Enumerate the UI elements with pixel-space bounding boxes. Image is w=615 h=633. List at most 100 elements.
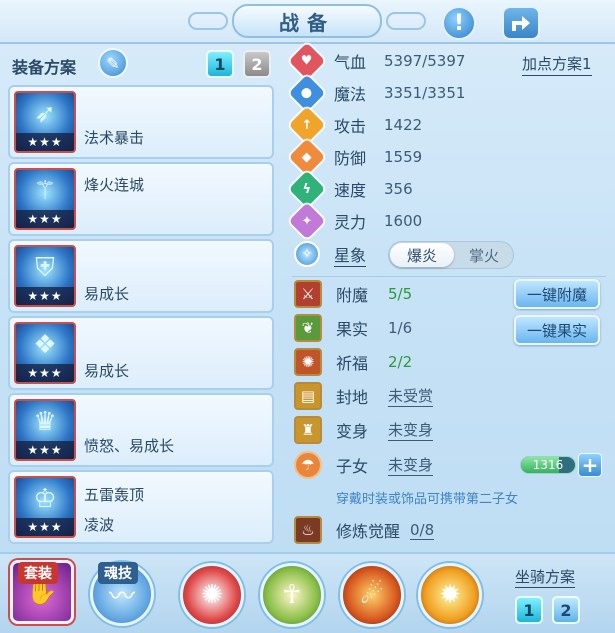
edit-scheme-button[interactable]: ✎ bbox=[98, 48, 128, 78]
equipment-effect: 易成长 bbox=[84, 285, 130, 303]
feature-fief[interactable]: ▤ 封地 未受赏 bbox=[294, 381, 434, 411]
stat-value: 1559 bbox=[384, 148, 423, 166]
feature-value: 1/6 bbox=[388, 319, 413, 337]
second-child-hint[interactable]: 穿戴时装或饰品可携带第二子女 bbox=[336, 488, 518, 507]
star-option-inactive[interactable]: 掌火 bbox=[455, 243, 513, 267]
feature-cultivation[interactable]: ♨ 修炼觉醒 0/8 bbox=[294, 515, 435, 545]
child-exp-value: 1316 bbox=[532, 458, 564, 472]
mount-scheme-tab-1[interactable]: 1 bbox=[515, 596, 543, 624]
stat-spirit: ✦ 灵力 1600 bbox=[288, 202, 423, 240]
add-child-exp-button[interactable]: + bbox=[578, 453, 602, 477]
equipment-slot-boots[interactable]: ❖ ★★★ 易成长 bbox=[8, 316, 274, 390]
star-sign-toggle[interactable]: 爆炎 掌火 bbox=[388, 241, 514, 269]
bow-icon: ➶ ★★★ bbox=[14, 91, 76, 153]
equipment-slot-staff[interactable]: ⚚ ★★★ 烽火连城 bbox=[8, 162, 274, 236]
stat-label: 速度 bbox=[334, 181, 367, 200]
feature-value[interactable]: 未受赏 bbox=[388, 385, 434, 407]
one-click-fruit-button[interactable]: 一键果实 bbox=[514, 315, 600, 345]
feature-enchant[interactable]: ⚔ 附魔 5/5 bbox=[294, 279, 412, 309]
star-sign-link[interactable]: 星象 bbox=[334, 242, 367, 267]
stat-value: 356 bbox=[384, 180, 413, 198]
skill-slot-4[interactable]: ✹ bbox=[418, 563, 482, 627]
feature-label: 果实 bbox=[336, 320, 369, 339]
fire-icon: ☄ bbox=[360, 580, 384, 610]
feature-label: 附魔 bbox=[336, 286, 369, 305]
stat-value: 5397/5397 bbox=[384, 52, 466, 70]
stat-value: 3351/3351 bbox=[384, 84, 466, 102]
addpoint-scheme-link[interactable]: 加点方案1 bbox=[522, 53, 592, 76]
stat-value: 1600 bbox=[384, 212, 423, 230]
feature-transform[interactable]: ♜ 变身 未变身 bbox=[294, 415, 434, 445]
staff-icon: ⚚ ★★★ bbox=[14, 168, 76, 230]
star-sign-icon: ✧ bbox=[294, 241, 320, 267]
equipment-scheme-tab-2[interactable]: 2 bbox=[243, 50, 271, 78]
feature-label: 变身 bbox=[336, 422, 369, 441]
heart-icon: ♥ bbox=[288, 42, 326, 80]
skill-slot-3[interactable]: ☄ bbox=[340, 563, 404, 627]
shield-icon: ◆ bbox=[288, 138, 326, 176]
feature-fruit[interactable]: ❦ 果实 1/6 bbox=[294, 313, 412, 343]
figure-icon: ☥ bbox=[282, 580, 302, 610]
armor-icon: ⛨ ★★★ bbox=[14, 245, 76, 307]
stat-label: 魔法 bbox=[334, 85, 367, 104]
stat-speed: ϟ 速度 356 bbox=[288, 170, 413, 208]
cultivation-icon: ♨ bbox=[294, 516, 322, 544]
feature-label: 封地 bbox=[336, 388, 369, 407]
star-option-active[interactable]: 爆炎 bbox=[390, 243, 454, 267]
child-exp-bar: 1316 bbox=[520, 456, 576, 474]
help-button[interactable]: ! bbox=[442, 6, 476, 40]
equipment-slot-armor[interactable]: ⛨ ★★★ 易成长 bbox=[8, 239, 274, 313]
star-rating: ★★★ bbox=[16, 210, 74, 228]
equipment-slot-weapon[interactable]: ➶ ★★★ 法术暴击 bbox=[8, 85, 274, 159]
feature-value: 5/5 bbox=[388, 285, 413, 303]
transform-icon: ♜ bbox=[294, 416, 322, 444]
swirl-icon: ✺ bbox=[201, 580, 223, 610]
equipment-slot-helmet[interactable]: ♛ ★★★ 愤怒、易成长 bbox=[8, 393, 274, 467]
spirit-icon: ✦ bbox=[288, 202, 326, 240]
blaze-icon: ✹ bbox=[439, 580, 461, 610]
feature-value[interactable]: 未变身 bbox=[388, 419, 434, 441]
skill-slot-1[interactable]: ✺ bbox=[180, 563, 244, 627]
child-icon: ☂ bbox=[294, 451, 322, 479]
star-rating: ★★★ bbox=[16, 518, 74, 536]
feature-value[interactable]: 0/8 bbox=[410, 521, 435, 540]
pencil-icon: ✎ bbox=[106, 53, 120, 73]
equipment-scheme-tab-1[interactable]: 1 bbox=[206, 50, 234, 78]
star-rating: ★★★ bbox=[16, 133, 74, 151]
share-icon bbox=[512, 16, 530, 31]
stat-hp: ♥ 气血 5397/5397 bbox=[288, 42, 466, 80]
feature-blessing[interactable]: ✺ 祈福 2/2 bbox=[294, 347, 412, 377]
equipment-effect: 易成长 bbox=[84, 362, 130, 380]
feature-label: 子女 bbox=[336, 457, 369, 476]
stat-mp: ● 魔法 3351/3351 bbox=[288, 74, 466, 112]
skill-slot-2[interactable]: ☥ bbox=[260, 563, 324, 627]
enchant-icon: ⚔ bbox=[294, 280, 322, 308]
page-title: 战备 bbox=[232, 4, 382, 38]
stat-value: 1422 bbox=[384, 116, 423, 134]
stat-label: 灵力 bbox=[334, 213, 367, 232]
star-sign-row: ✧ 星象 bbox=[294, 240, 376, 268]
suit-label: 套装 bbox=[18, 562, 58, 584]
equipment-effect: 愤怒、易成长 bbox=[84, 437, 175, 455]
equipment-effect: 烽火连城 bbox=[84, 176, 145, 194]
title-ornament-left bbox=[188, 12, 228, 30]
one-click-enchant-button[interactable]: 一键附魔 bbox=[514, 279, 600, 309]
mount-scheme-label[interactable]: 坐骑方案 bbox=[515, 566, 576, 588]
share-button[interactable] bbox=[502, 6, 540, 40]
feature-value[interactable]: 未变身 bbox=[388, 454, 434, 476]
equipment-slot-crown[interactable]: ♔ ★★★ 五雷轰顶 凌波 bbox=[8, 470, 274, 544]
blessing-icon: ✺ bbox=[294, 348, 322, 376]
title-ornament-right bbox=[386, 12, 426, 30]
mount-scheme-tab-2[interactable]: 2 bbox=[552, 596, 580, 624]
star-rating: ★★★ bbox=[16, 287, 74, 305]
equipment-scheme-label: 装备方案 bbox=[12, 58, 77, 77]
fief-icon: ▤ bbox=[294, 382, 322, 410]
stat-label: 气血 bbox=[334, 53, 367, 72]
feature-child[interactable]: ☂ 子女 未变身 bbox=[294, 450, 434, 480]
stat-label: 攻击 bbox=[334, 117, 367, 136]
feature-label: 修炼觉醒 bbox=[336, 522, 401, 541]
equipment-effect: 法术暴击 bbox=[84, 129, 145, 147]
soul-skill-label: 魂技 bbox=[98, 562, 138, 584]
stat-label: 防御 bbox=[334, 149, 367, 168]
helmet-icon: ♛ ★★★ bbox=[14, 399, 76, 461]
